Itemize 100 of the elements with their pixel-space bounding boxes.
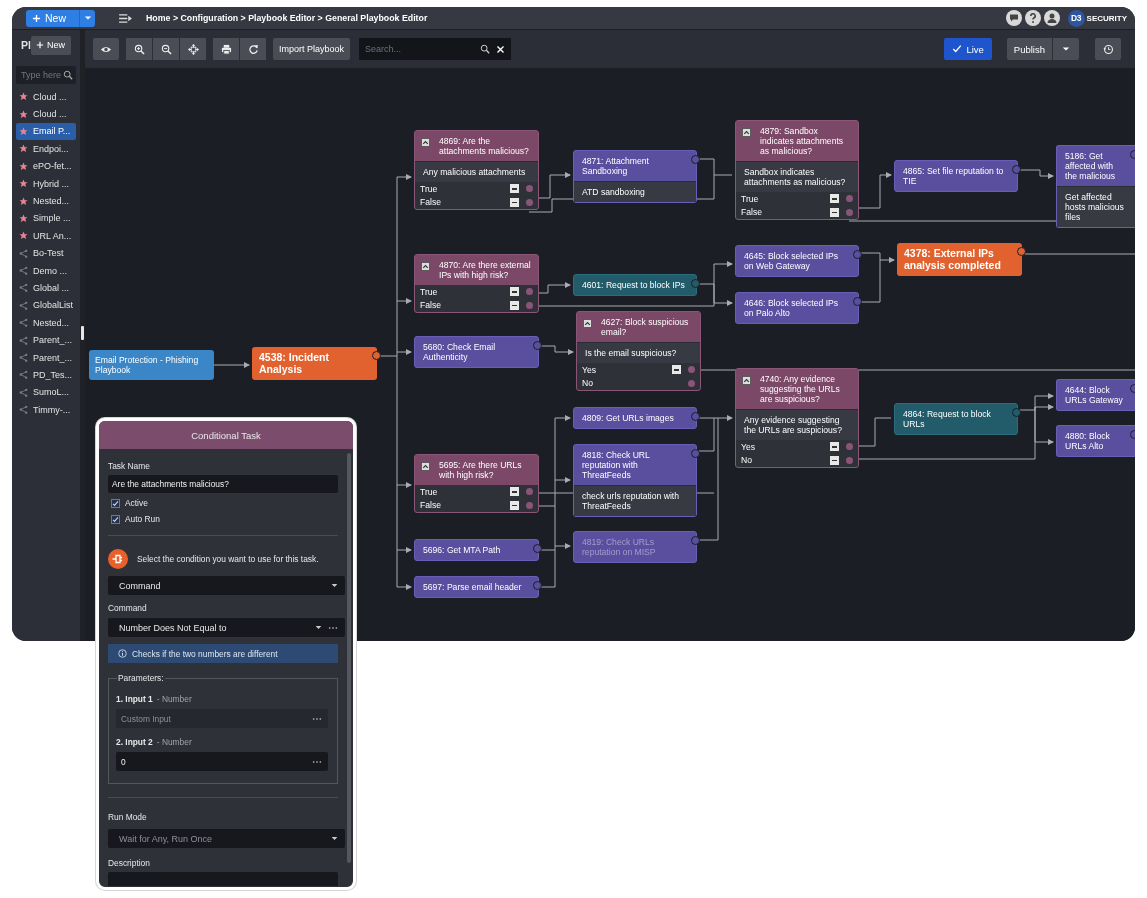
menu-icon[interactable] xyxy=(118,12,133,24)
collapse-button[interactable] xyxy=(830,208,839,217)
condition-node[interactable]: 4870: Are there external IPs with high risk? True False xyxy=(414,254,539,314)
task-node[interactable]: 5697: Parse email header xyxy=(414,576,539,599)
condition-dropdown[interactable]: Command xyxy=(108,576,345,595)
playbook-item[interactable]: Hybrid ... xyxy=(16,174,76,193)
input-field[interactable]: Custom Input xyxy=(116,709,328,728)
condition-node[interactable]: 4740: Any evidence suggesting the URLs are suspicious? Any evidence suggesting the URLs are suspicious? Yes No xyxy=(735,368,859,469)
condition-node[interactable]: 5695: Are there URLs with high risk? True False xyxy=(414,454,539,514)
parameter-label: 1. Input 1 - Number xyxy=(116,694,193,704)
playbook-item[interactable]: Nested... xyxy=(16,314,76,332)
dropdown-button[interactable] xyxy=(79,9,95,27)
run-mode-dropdown[interactable]: Wait for Any, Run Once xyxy=(108,829,345,848)
task-node[interactable]: 4864: Request to block URLs xyxy=(894,403,1018,436)
task-node[interactable]: 4871: Attachment Sandboxing ATD sandboxing xyxy=(573,150,697,204)
collapse-button[interactable] xyxy=(672,365,681,375)
playbook-item[interactable]: SumoL... xyxy=(16,383,76,402)
playbook-item[interactable]: Parent_... xyxy=(16,331,76,349)
task-node[interactable]: 4644: Block URLs Gateway xyxy=(1056,379,1135,412)
new-button[interactable]: New xyxy=(26,9,79,27)
search-field[interactable]: Type here xyxy=(16,66,76,84)
print-button[interactable] xyxy=(213,38,239,60)
condition-node[interactable]: 4869: Are the attachments malicious? Any malicious attachments True False xyxy=(414,130,539,211)
view-button[interactable] xyxy=(93,38,119,60)
clear-button[interactable] xyxy=(495,44,506,54)
output-port[interactable] xyxy=(1017,247,1026,256)
user-icon[interactable] xyxy=(1043,10,1060,26)
playbook-item[interactable]: URL An... xyxy=(16,227,76,245)
task-node[interactable]: 4880: Block URLs Alto xyxy=(1056,425,1135,458)
collapse-button[interactable] xyxy=(510,287,519,297)
output-port[interactable] xyxy=(533,341,542,350)
playbook-item[interactable]: Bo-Test xyxy=(16,244,76,262)
playbook-item[interactable]: Cloud ... xyxy=(16,88,76,106)
task-node[interactable]: 4865: Set file reputation to TIE xyxy=(894,160,1018,193)
fit-button[interactable] xyxy=(180,38,206,60)
output-port[interactable] xyxy=(691,155,700,164)
task-node[interactable]: 4646: Block selected IPs on Palo Alto xyxy=(735,292,859,325)
playbook-item[interactable]: Cloud ... xyxy=(16,105,76,123)
playbook-item[interactable]: Endpoi... xyxy=(16,140,76,158)
collapse-button[interactable] xyxy=(830,456,839,465)
playbook-item[interactable]: GlobalList xyxy=(16,296,76,315)
chat-icon[interactable] xyxy=(1005,10,1022,26)
playbook-item[interactable]: Demo ... xyxy=(16,261,76,280)
collapse-button[interactable] xyxy=(510,487,519,497)
collapse-button[interactable] xyxy=(510,500,519,510)
output-port[interactable] xyxy=(533,581,542,590)
output-port[interactable] xyxy=(372,351,381,360)
playbook-item[interactable]: Simple ... xyxy=(16,209,76,228)
output-port[interactable] xyxy=(533,544,542,553)
output-port[interactable] xyxy=(1012,408,1021,417)
playbook-item[interactable]: Parent_... xyxy=(16,348,76,367)
new-button[interactable]: New xyxy=(31,35,71,55)
collapse-button[interactable] xyxy=(510,184,519,194)
playbook-item[interactable]: Global ... xyxy=(16,279,76,297)
collapse-button[interactable] xyxy=(830,442,839,452)
refresh-button[interactable] xyxy=(240,38,266,60)
output-port[interactable] xyxy=(691,279,700,288)
search-icon xyxy=(480,44,491,54)
output-port[interactable] xyxy=(853,297,862,306)
zoom-out-button[interactable] xyxy=(153,38,179,60)
description-field[interactable] xyxy=(108,872,338,886)
task-node[interactable]: 5680: Check Email Authenticity xyxy=(414,336,539,369)
input-field[interactable]: 0 xyxy=(116,752,328,771)
playbook-item[interactable]: Email P... xyxy=(16,122,76,141)
help-icon[interactable] xyxy=(1024,10,1041,26)
condition-node[interactable]: 4879: Sandbox indicates attachments as malicious? Sandbox indicates attachments as malicious? True False xyxy=(735,120,859,221)
collapse-button[interactable] xyxy=(510,197,519,207)
collapse-button[interactable] xyxy=(510,300,519,310)
condition-node[interactable]: 4627: Block suspicious email? Is the email suspicious? Yes No xyxy=(576,311,701,392)
import-button[interactable]: Import Playbook xyxy=(273,38,351,60)
playbook-item[interactable]: Timmy-... xyxy=(16,401,76,419)
playbook-item[interactable]: PD_Tes... xyxy=(16,366,76,384)
start-node[interactable]: Email Protection - Phishing Playbook xyxy=(89,350,214,381)
collapse-button[interactable] xyxy=(830,194,839,204)
checkbox[interactable] xyxy=(111,514,120,524)
playbook-item[interactable]: ePO-fet... xyxy=(16,157,76,175)
operator-dropdown[interactable]: Number Does Not Equal to xyxy=(108,618,345,637)
caret-icon xyxy=(1062,45,1070,53)
scrollbar[interactable] xyxy=(347,453,351,863)
field-label: Description xyxy=(108,858,151,868)
collapse-icon xyxy=(421,462,430,471)
playbook-item[interactable]: Nested... xyxy=(16,192,76,210)
task-node[interactable]: 4818: Check URL reputation with ThreatFeeds check urls reputation with ThreatFeeds xyxy=(573,444,697,518)
search-field[interactable]: Search... xyxy=(359,38,512,60)
history-button[interactable] xyxy=(1095,38,1121,60)
splitter-handle[interactable] xyxy=(81,326,84,340)
live-button[interactable]: Live xyxy=(944,38,992,60)
output-port[interactable] xyxy=(853,250,862,259)
task-node[interactable]: 5186: Get affected with the malicious Get affected hosts malicious files xyxy=(1056,145,1135,229)
output-port[interactable] xyxy=(691,449,700,458)
task-node[interactable]: 4601: Request to block IPs xyxy=(573,274,697,297)
output-port[interactable] xyxy=(691,412,700,421)
checkbox[interactable] xyxy=(111,498,120,508)
output-port[interactable] xyxy=(1012,165,1021,174)
task-node[interactable]: 4645: Block selected IPs on Web Gateway xyxy=(735,245,859,278)
zoom-in-button[interactable] xyxy=(126,38,152,60)
task-node[interactable]: 5696: Get MTA Path xyxy=(414,539,539,562)
publish-button[interactable]: Publish xyxy=(1006,38,1052,60)
text-field[interactable]: Are the attachments malicious? xyxy=(108,475,338,493)
task-node[interactable]: 4809: Get URLs images xyxy=(573,407,697,430)
